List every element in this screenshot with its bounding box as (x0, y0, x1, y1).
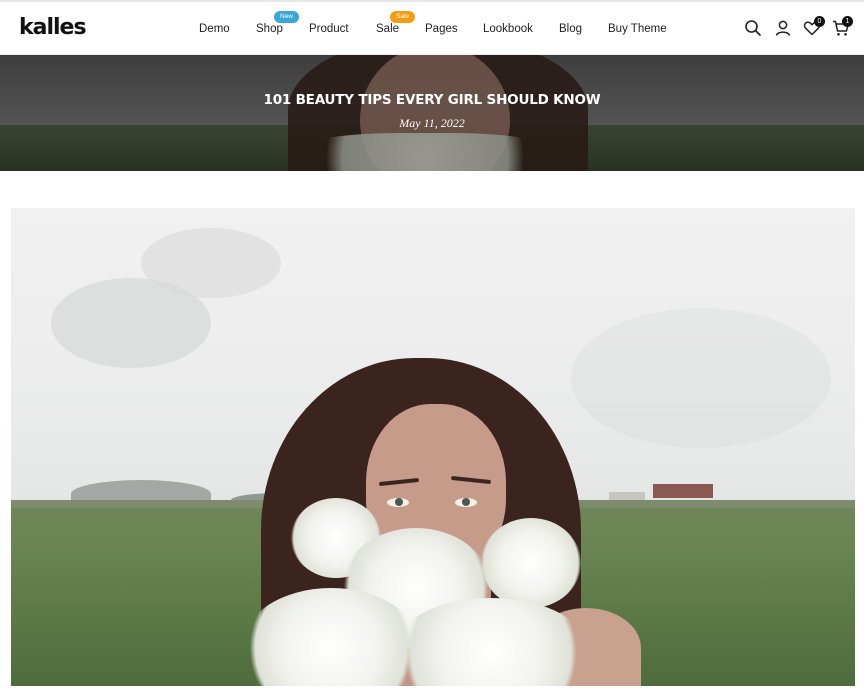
photo-iris (395, 498, 403, 506)
nav-item-sale[interactable]: Sale (376, 22, 399, 36)
photo-barn (653, 484, 713, 498)
nav-item-pages[interactable]: Pages (425, 22, 458, 36)
featured-image (11, 208, 855, 686)
post-hero-banner: 101 BEAUTY TIPS EVERY GIRL SHOULD KNOW M… (0, 55, 864, 171)
user-icon[interactable] (774, 19, 792, 37)
nav-item-demo[interactable]: Demo (199, 22, 230, 36)
nav-item-blog[interactable]: Blog (559, 22, 582, 36)
photo-iris (462, 498, 470, 506)
nav-item-buy-theme[interactable]: Buy Theme (608, 22, 667, 36)
photo-flowers (481, 518, 581, 608)
main-nav: Demo New Shop Product Sale Sale Pages Lo… (0, 2, 864, 55)
site-header: kalles Demo New Shop Product Sale Sale P… (0, 2, 864, 55)
nav-item-shop[interactable]: Shop (256, 22, 283, 36)
photo-cloud (141, 228, 281, 298)
post-title: 101 BEAUTY TIPS EVERY GIRL SHOULD KNOW (263, 92, 601, 108)
hero-dark-overlay (0, 55, 864, 171)
nav-item-product[interactable]: Product (309, 22, 349, 36)
wishlist-count: 0 (814, 16, 825, 27)
nav-item-lookbook[interactable]: Lookbook (483, 22, 533, 36)
cart-count: 1 (842, 16, 853, 27)
post-date: May 11, 2022 (399, 116, 465, 130)
photo-cloud (571, 308, 831, 448)
photo-house (609, 492, 645, 500)
search-icon[interactable] (744, 19, 762, 37)
